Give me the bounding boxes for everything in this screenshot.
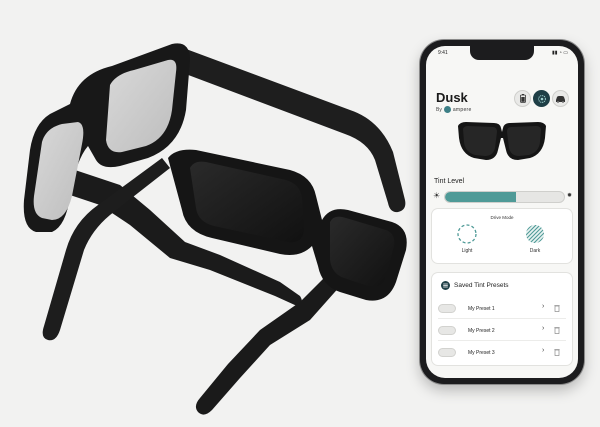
tint-level-fill xyxy=(445,192,517,202)
tint-level-slider[interactable] xyxy=(444,191,565,203)
drive-mode-card: Drive Mode Light Dark xyxy=(432,209,572,263)
phone-mockup: 9:41 ▮▮ ◔ ▭ Dusk By ampere Tint Level ☀ … xyxy=(420,40,584,384)
presets-title: Saved Tint Presets xyxy=(454,282,509,289)
trash-icon[interactable] xyxy=(554,326,560,334)
status-time: 9:41 xyxy=(438,50,448,56)
preset-row[interactable]: My Preset 1 › xyxy=(438,302,566,319)
by-prefix: By xyxy=(436,106,442,113)
light-mode-label: Light xyxy=(461,248,473,254)
presets-list-icon xyxy=(441,281,450,290)
signal-icon: ▮▮ ◔ ▭ xyxy=(551,50,568,56)
brand-name: ampere xyxy=(452,106,472,113)
battery-icon xyxy=(519,94,526,103)
sun-icon: ☀ xyxy=(433,191,441,200)
dark-mode-label: Dark xyxy=(529,248,541,254)
light-mode-icon xyxy=(457,224,477,244)
drive-mode-light-option[interactable]: Light xyxy=(442,221,492,259)
trash-icon[interactable] xyxy=(554,348,560,356)
phone-notch xyxy=(470,46,534,60)
preset-toggle[interactable] xyxy=(438,348,456,357)
drive-mode-button[interactable] xyxy=(552,90,569,107)
page-title: Dusk xyxy=(436,90,468,105)
drive-mode-label: Drive Mode xyxy=(490,215,514,220)
battery-button[interactable] xyxy=(514,90,531,107)
byline: By ampere xyxy=(436,106,472,113)
preset-row[interactable]: My Preset 3 › xyxy=(438,346,566,360)
app-screen: 9:41 ▮▮ ◔ ▭ Dusk By ampere Tint Level ☀ … xyxy=(426,46,578,378)
glasses-product-image xyxy=(23,43,407,415)
chevron-right-icon[interactable]: › xyxy=(542,325,544,332)
preset-name: My Preset 2 xyxy=(468,328,495,334)
drive-mode-dark-option[interactable]: Dark xyxy=(510,221,560,259)
saved-presets-card: Saved Tint Presets My Preset 1 › My Pres… xyxy=(432,273,572,365)
dark-mode-icon xyxy=(526,225,544,243)
chevron-right-icon[interactable]: › xyxy=(542,347,544,354)
preset-name: My Preset 1 xyxy=(468,306,495,312)
tint-level-label: Tint Level xyxy=(434,178,465,185)
glasses-settings-button[interactable] xyxy=(533,90,550,107)
brand-logo-icon xyxy=(443,106,451,113)
preset-toggle[interactable] xyxy=(438,326,456,335)
trash-icon[interactable] xyxy=(554,304,560,312)
glasses-settings-icon xyxy=(537,94,546,103)
glasses-preview-image xyxy=(458,122,546,160)
row-divider xyxy=(438,318,566,319)
preset-name: My Preset 3 xyxy=(468,350,495,356)
row-divider xyxy=(438,340,566,341)
sun-small-icon: ✹ xyxy=(567,193,573,199)
chevron-right-icon[interactable]: › xyxy=(542,303,544,310)
preset-toggle[interactable] xyxy=(438,304,456,313)
preset-row[interactable]: My Preset 2 › xyxy=(438,324,566,341)
car-icon xyxy=(556,95,565,103)
product-scene: 9:41 ▮▮ ◔ ▭ Dusk By ampere Tint Level ☀ … xyxy=(0,0,600,427)
